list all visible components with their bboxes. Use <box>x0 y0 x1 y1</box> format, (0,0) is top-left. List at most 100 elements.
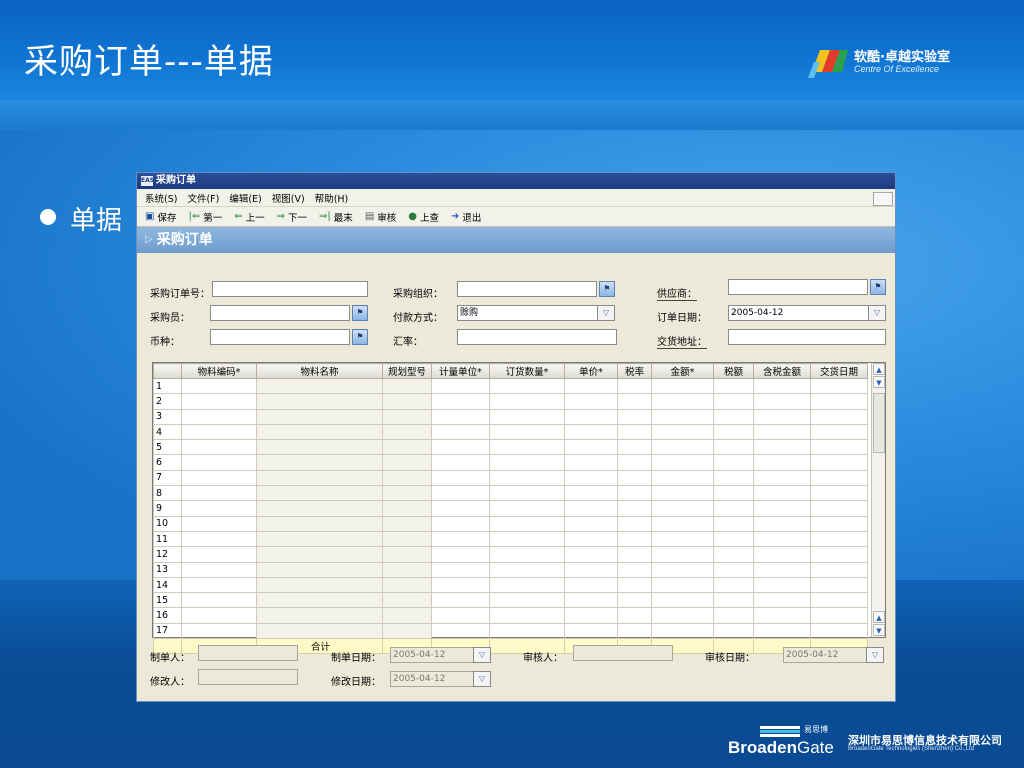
grid-cell[interactable] <box>256 469 383 487</box>
grid-cell[interactable] <box>564 561 618 578</box>
grid-cell[interactable] <box>256 393 383 410</box>
grid-cell[interactable] <box>256 622 383 640</box>
grid-cell[interactable] <box>810 469 868 487</box>
grid-header-cell[interactable]: 交货日期 <box>810 363 868 379</box>
grid-cell[interactable] <box>431 607 490 624</box>
grid-cell[interactable] <box>810 607 868 624</box>
grid-cell[interactable] <box>382 454 432 471</box>
grid-cell[interactable] <box>489 546 565 563</box>
grid-cell[interactable] <box>713 622 754 640</box>
auditor-input[interactable] <box>573 645 673 661</box>
buyer-lookup-icon[interactable]: ⚑ <box>352 305 368 321</box>
rate-input[interactable] <box>457 329 617 345</box>
grid-cell[interactable] <box>489 423 565 441</box>
grid-cell[interactable] <box>753 500 811 517</box>
grid-cell[interactable] <box>617 469 652 487</box>
grid-cell[interactable] <box>617 485 652 502</box>
grid-cell[interactable] <box>810 592 868 609</box>
table-row[interactable]: 15 <box>153 592 868 609</box>
grid-cell[interactable] <box>713 607 754 624</box>
grid-cell[interactable] <box>617 454 652 471</box>
grid-cell[interactable] <box>431 576 490 594</box>
grid-cell[interactable] <box>382 469 432 487</box>
grid-cell[interactable] <box>651 515 714 532</box>
supplier-lookup-icon[interactable]: ⚑ <box>870 279 886 295</box>
grid-cell[interactable] <box>810 576 868 594</box>
creator-input[interactable] <box>198 645 298 661</box>
grid-cell[interactable] <box>382 377 432 395</box>
grid-header-cell[interactable]: 计量单位* <box>431 363 490 379</box>
grid-cell[interactable] <box>713 530 754 548</box>
grid-cell[interactable] <box>181 561 257 578</box>
grid-cell[interactable] <box>617 592 652 609</box>
order-no-input[interactable] <box>212 281 368 297</box>
grid-cell[interactable] <box>382 408 432 425</box>
grid-header-cell[interactable]: 单价* <box>564 363 618 379</box>
grid-cell[interactable] <box>181 592 257 609</box>
grid-cell[interactable] <box>181 530 257 548</box>
menu-system[interactable]: 系统(S) <box>145 191 177 205</box>
grid-cell[interactable] <box>382 439 432 456</box>
grid-cell[interactable] <box>713 454 754 471</box>
grid-cell[interactable] <box>810 622 868 640</box>
grid-cell[interactable] <box>382 500 432 517</box>
grid-cell[interactable] <box>564 454 618 471</box>
grid-cell[interactable] <box>713 393 754 410</box>
grid-cell[interactable] <box>382 515 432 532</box>
grid-cell[interactable] <box>382 607 432 624</box>
purchase-org-input[interactable] <box>457 281 597 297</box>
grid-cell[interactable] <box>617 393 652 410</box>
grid-cell[interactable] <box>564 607 618 624</box>
table-row[interactable]: 2 <box>153 393 868 410</box>
grid-cell[interactable] <box>713 377 754 395</box>
grid-cell[interactable] <box>810 439 868 456</box>
grid-cell[interactable] <box>753 546 811 563</box>
grid-cell[interactable] <box>382 485 432 502</box>
scroll-down-icon[interactable]: ▼ <box>873 376 885 388</box>
grid-cell[interactable] <box>753 485 811 502</box>
grid-header-cell[interactable]: 规划型号 <box>382 363 432 379</box>
grid-cell[interactable] <box>753 622 811 640</box>
grid-cell[interactable] <box>564 408 618 425</box>
grid-cell[interactable] <box>713 500 754 517</box>
scroll-thumb[interactable] <box>873 393 885 453</box>
payment-select[interactable]: 赊购 <box>457 305 599 321</box>
grid-cell[interactable] <box>181 454 257 471</box>
table-row[interactable]: 4 <box>153 423 868 441</box>
grid-cell[interactable] <box>431 393 490 410</box>
currency-input[interactable] <box>210 329 350 345</box>
grid-cell[interactable] <box>489 485 565 502</box>
create-date-input[interactable]: 2005-04-12 <box>390 647 474 663</box>
order-date-dropdown-icon[interactable]: ▽ <box>868 305 886 321</box>
grid-cell[interactable] <box>431 546 490 563</box>
grid-cell[interactable] <box>753 515 811 532</box>
currency-lookup-icon[interactable]: ⚑ <box>352 329 368 345</box>
grid-cell[interactable] <box>564 500 618 517</box>
modify-date-input[interactable]: 2005-04-12 <box>390 671 474 687</box>
table-row[interactable]: 10 <box>153 515 868 532</box>
grid-cell[interactable] <box>651 485 714 502</box>
next-button[interactable]: ⇒ 下一 <box>277 210 307 224</box>
grid-cell[interactable] <box>651 546 714 563</box>
grid-cell[interactable] <box>617 622 652 640</box>
grid-cell[interactable] <box>651 576 714 594</box>
grid-cell[interactable] <box>651 439 714 456</box>
grid-cell[interactable] <box>431 377 490 395</box>
grid-cell[interactable] <box>256 500 383 517</box>
grid-vertical-scrollbar[interactable]: ▲ ▼ ▲ ▼ <box>871 363 885 637</box>
grid-cell[interactable] <box>564 592 618 609</box>
grid-cell[interactable] <box>489 607 565 624</box>
grid-cell[interactable] <box>810 408 868 425</box>
grid-cell[interactable] <box>564 622 618 640</box>
grid-cell[interactable] <box>651 454 714 471</box>
grid-cell[interactable] <box>651 500 714 517</box>
grid-cell[interactable] <box>489 561 565 578</box>
menubar-search-box[interactable] <box>873 192 893 206</box>
grid-cell[interactable] <box>256 485 383 502</box>
audit-date-dropdown-icon[interactable]: ▽ <box>866 647 884 663</box>
grid-cell[interactable] <box>617 500 652 517</box>
grid-cell[interactable] <box>810 377 868 395</box>
grid-cell[interactable] <box>617 607 652 624</box>
purchase-org-lookup-icon[interactable]: ⚑ <box>599 281 615 297</box>
grid-cell[interactable] <box>651 592 714 609</box>
